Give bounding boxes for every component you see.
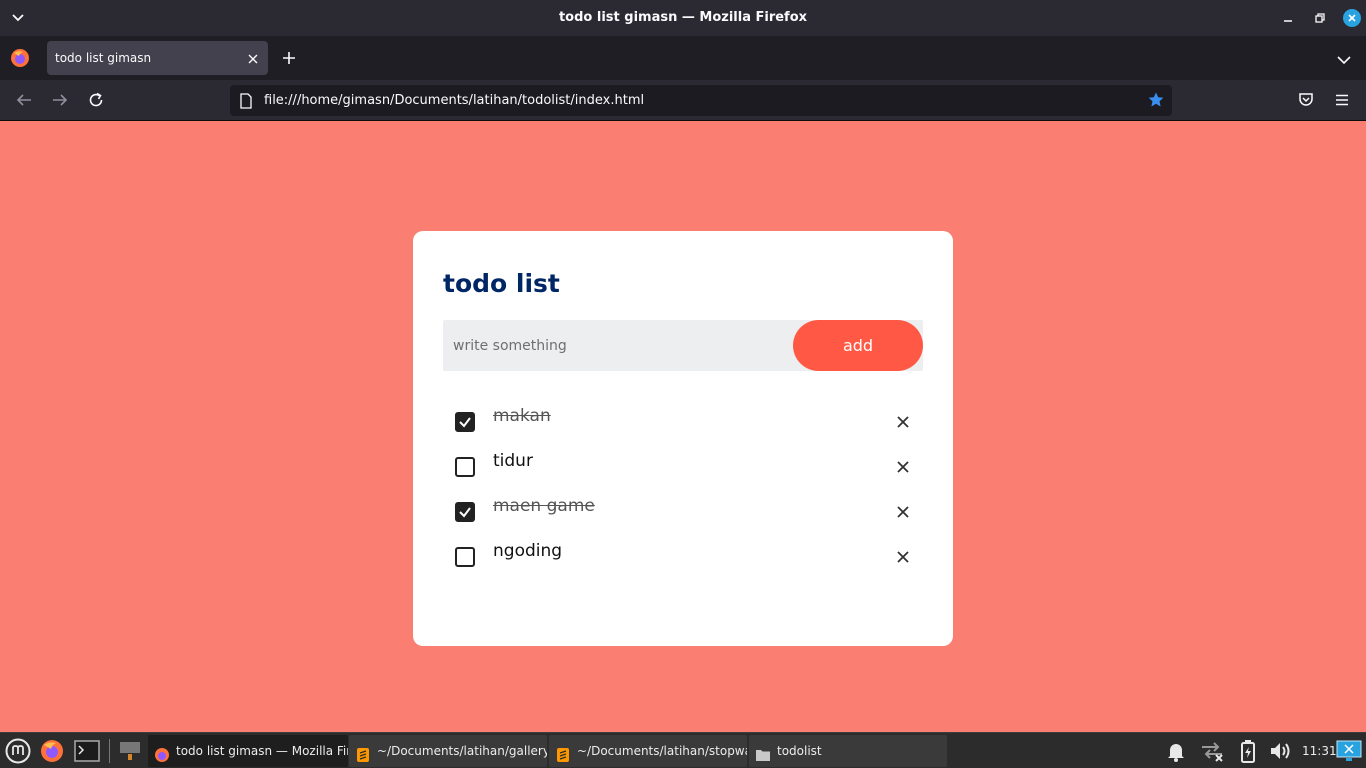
unchecked-checkbox-icon[interactable]	[455, 457, 475, 477]
notification-bell-icon[interactable]	[1164, 739, 1188, 763]
tab-active[interactable]: todo list gimasn	[47, 41, 268, 75]
unchecked-checkbox-icon[interactable]	[455, 547, 475, 567]
remove-todo-x-icon[interactable]	[895, 459, 911, 475]
task-label: todo list gimasn — Mozilla Firefox	[176, 744, 348, 758]
pocket-icon[interactable]	[1297, 91, 1315, 109]
add-todo-row: add	[443, 320, 923, 371]
window-title: todo list gimasn — Mozilla Firefox	[558, 10, 808, 25]
todo-item[interactable]: tidur	[443, 446, 923, 491]
task-label: ~/Documents/latihan/stopwatch...	[577, 744, 747, 758]
todo-text: ngoding	[493, 541, 563, 561]
todo-text: tidur	[493, 451, 533, 471]
page-icon	[239, 93, 253, 109]
remove-todo-x-icon[interactable]	[895, 549, 911, 565]
hamburger-menu-icon[interactable]	[1333, 91, 1351, 109]
restore-icon[interactable]	[1311, 9, 1329, 27]
show-desktop-icon[interactable]	[116, 737, 144, 765]
forward-arrow-icon[interactable]	[51, 91, 69, 109]
tab-label: todo list gimasn	[55, 51, 152, 65]
mint-menu-icon[interactable]	[4, 737, 32, 765]
remove-todo-x-icon[interactable]	[895, 504, 911, 520]
todo-text: maen game	[493, 496, 595, 516]
window-titlebar: todo list gimasn — Mozilla Firefox	[0, 0, 1366, 36]
url-bar[interactable]: file:///home/gimasn/Documents/latihan/to…	[230, 85, 1172, 116]
terminal-launcher-icon[interactable]	[73, 737, 101, 765]
sublime-text-icon	[555, 743, 571, 762]
close-window-icon[interactable]	[1343, 9, 1361, 27]
todo-list: makan tidur maen game ngoding	[443, 401, 923, 581]
checked-checkbox-icon[interactable]	[455, 502, 475, 522]
taskbar-separator	[109, 739, 110, 763]
folder-icon	[755, 743, 771, 761]
add-button[interactable]: add	[793, 320, 923, 371]
todo-app-card: todo list add makan tidur maen game	[413, 231, 953, 646]
back-arrow-icon[interactable]	[15, 91, 33, 109]
firefox-launcher-icon[interactable]	[38, 737, 66, 765]
sublime-text-icon	[355, 743, 371, 762]
taskbar-task-firefox[interactable]: todo list gimasn — Mozilla Firefox	[148, 735, 348, 767]
todo-input[interactable]	[443, 320, 793, 371]
network-disconnected-icon[interactable]	[1199, 739, 1223, 763]
task-label: ~/Documents/latihan/gallery/sc...	[377, 744, 547, 758]
todo-item[interactable]: maen game	[443, 491, 923, 536]
remove-todo-x-icon[interactable]	[895, 414, 911, 430]
close-tab-icon[interactable]	[246, 51, 260, 65]
todo-item[interactable]: makan	[443, 401, 923, 446]
firefox-icon	[154, 743, 170, 762]
display-icon[interactable]	[1336, 739, 1362, 763]
taskbar-task-sublime-gallery[interactable]: ~/Documents/latihan/gallery/sc...	[349, 735, 547, 767]
volume-icon[interactable]	[1268, 739, 1292, 763]
minimize-icon[interactable]	[1279, 9, 1297, 27]
battery-icon[interactable]	[1236, 739, 1260, 763]
todo-item[interactable]: ngoding	[443, 536, 923, 581]
task-label: todolist	[777, 744, 822, 758]
taskbar: todo list gimasn — Mozilla Firefox ~/Doc…	[0, 732, 1366, 768]
navigation-toolbar: file:///home/gimasn/Documents/latihan/to…	[0, 80, 1366, 121]
todo-text: makan	[493, 406, 551, 426]
new-tab-plus-icon[interactable]	[280, 49, 298, 67]
url-text[interactable]: file:///home/gimasn/Documents/latihan/to…	[264, 85, 644, 116]
list-all-tabs-chevron-icon[interactable]	[1337, 50, 1355, 66]
app-heading: todo list	[443, 269, 560, 298]
checked-checkbox-icon[interactable]	[455, 412, 475, 432]
clock[interactable]: 11:31	[1302, 733, 1337, 768]
bookmark-star-icon[interactable]	[1147, 91, 1165, 109]
firefox-logo-icon[interactable]	[10, 48, 30, 68]
taskbar-task-files-todolist[interactable]: todolist	[749, 735, 947, 767]
tab-strip: todo list gimasn	[0, 36, 1366, 80]
reload-icon[interactable]	[87, 91, 105, 109]
taskbar-task-sublime-stopwatch[interactable]: ~/Documents/latihan/stopwatch...	[549, 735, 747, 767]
